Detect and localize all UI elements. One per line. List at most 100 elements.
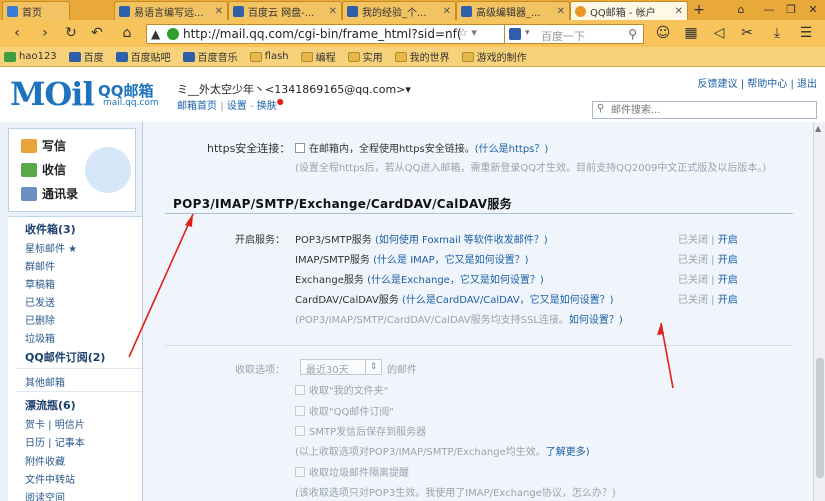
browser-tab[interactable]: 我的经验_个... ✕ <box>342 1 456 20</box>
cards-postcards-link[interactable]: 贺卡 | 明信片 <box>25 416 85 431</box>
divider <box>16 368 142 369</box>
home-icon[interactable]: ⌂ <box>118 24 136 42</box>
ssl-howto-link[interactable]: 如何设置？) <box>569 315 623 326</box>
browser-tab-active[interactable]: QQ邮箱 - 帐户 ✕ <box>570 1 688 20</box>
chevron-down-icon[interactable]: ▾ <box>525 28 530 38</box>
tab-close-icon[interactable]: ✕ <box>215 6 223 17</box>
other-mailbox-link[interactable]: 其他邮箱 <box>25 374 65 389</box>
reading-space-link[interactable]: 阅读空间 <box>25 489 65 501</box>
apps-icon[interactable]: ▦ <box>682 24 700 42</box>
scroll-up-icon[interactable]: ▲ <box>815 124 821 133</box>
url-text[interactable]: http://mail.qq.com/cgi-bin/frame_html?si… <box>183 27 462 41</box>
smtp-save-checkbox[interactable] <box>295 426 305 436</box>
folder-starred[interactable]: 星标邮件 ★ <box>25 240 77 255</box>
receive-range-select[interactable]: 最近30天 ⇕ <box>300 359 382 376</box>
https-checkbox[interactable] <box>295 143 305 153</box>
folder-sent[interactable]: 已发送 <box>25 294 55 309</box>
bookmark-game-making[interactable]: 游戏的制作 <box>461 49 527 64</box>
undo-icon[interactable]: ↶ <box>88 24 106 42</box>
smiley-icon[interactable]: ☺ <box>654 24 672 42</box>
bookmark-programming[interactable]: 编程 <box>300 49 336 64</box>
enable-carddav-link[interactable]: 开启 <box>718 295 738 306</box>
spam-notice-checkbox[interactable] <box>295 467 305 477</box>
tab-close-icon[interactable]: ✕ <box>329 6 337 17</box>
folder-drafts[interactable]: 草稿箱 <box>25 276 55 291</box>
inbox-download-icon <box>21 162 37 177</box>
minimize-icon[interactable]: — <box>760 2 778 18</box>
change-skin-link[interactable]: 换肤 <box>257 101 277 112</box>
receive-button[interactable]: 收信 <box>21 161 66 178</box>
star-icon[interactable]: ☆ ▾ <box>458 26 477 39</box>
search-engine-placeholder[interactable]: 百度一下 <box>541 28 585 44</box>
top-right-links[interactable]: 反馈建议 | 帮助中心 | 退出 <box>698 75 817 90</box>
vertical-scrollbar[interactable]: ▲ <box>813 122 825 501</box>
browser-tab[interactable]: 易语言编写远... ✕ <box>114 1 228 20</box>
page-favicon-icon <box>7 5 18 17</box>
service-help-link[interactable]: (什么是CardDAV/CalDAV，它又是如何设置？) <box>402 295 614 306</box>
tab-title: 高级编辑器_... <box>476 7 541 19</box>
search-icon[interactable]: ⚲ <box>628 27 637 41</box>
service-help-link[interactable]: (如何使用 Foxmail 等软件收发邮件？) <box>375 235 548 246</box>
speaker-icon[interactable]: ◁ <box>710 24 728 42</box>
browser-tab[interactable]: 首页 <box>2 1 70 20</box>
bookmark-tieba[interactable]: 百度贴吧 <box>115 49 171 64</box>
skin-icon[interactable]: ⌂ <box>732 2 750 18</box>
reload-icon[interactable]: ↻ <box>62 24 80 42</box>
mail-search-input[interactable] <box>611 103 811 117</box>
mailbox-home-link[interactable]: 邮箱首页 <box>177 101 217 112</box>
attachment-favorites-link[interactable]: 附件收藏 <box>25 453 65 468</box>
download-icon[interactable]: ⤓ <box>768 24 786 42</box>
subscriptions-checkbox[interactable] <box>295 406 305 416</box>
scrollbar-thumb[interactable] <box>816 358 824 478</box>
folder-inbox[interactable]: 收件箱(3) <box>25 221 76 237</box>
scissors-icon[interactable]: ✂ <box>738 24 756 42</box>
what-is-https-link[interactable]: (什么是https？) <box>475 144 549 155</box>
tab-close-icon[interactable]: ✕ <box>443 6 451 17</box>
status-text: 已关闭 <box>678 295 708 306</box>
bookmark-minecraft[interactable]: 我的世界 <box>394 49 450 64</box>
my-folders-checkbox[interactable] <box>295 385 305 395</box>
new-tab-button[interactable]: + <box>691 2 707 18</box>
bookmark-utility[interactable]: 实用 <box>347 49 383 64</box>
folder-group-mail[interactable]: 群邮件 <box>25 258 55 273</box>
drift-bottle-link[interactable]: 漂流瓶(6) <box>25 397 76 413</box>
compose-button[interactable]: 写信 <box>21 137 66 154</box>
restore-icon[interactable]: ❐ <box>782 2 800 18</box>
folder-spam[interactable]: 垃圾箱 <box>25 330 55 345</box>
contacts-button[interactable]: 通讯录 <box>21 185 78 202</box>
bookmark-music[interactable]: 百度音乐 <box>182 49 238 64</box>
bookmark-hao123[interactable]: hao123 <box>4 51 57 62</box>
account-name[interactable]: ミ__外太空少年丶<1341869165@qq.com>▾ <box>177 81 411 97</box>
enable-pop3-link[interactable]: 开启 <box>718 235 738 246</box>
site-icon: ▲ <box>151 27 161 41</box>
file-transfer-link[interactable]: 文件中转站 <box>25 471 75 486</box>
forward-arrow-icon[interactable]: › <box>36 24 54 42</box>
tab-close-icon[interactable]: ✕ <box>557 6 565 17</box>
learn-more-link[interactable]: 了解更多) <box>546 447 590 458</box>
bookmark-baidu[interactable]: 百度 <box>68 49 104 64</box>
new-dot-icon: ● <box>276 97 284 106</box>
settings-link[interactable]: 设置 <box>227 101 247 112</box>
folder-subscriptions[interactable]: QQ邮件订阅(2) <box>25 349 105 365</box>
qq-mail-logo[interactable]: MOil QQ邮箱 mail.qq.com <box>10 78 159 110</box>
service-help-link[interactable]: (什么是Exchange，它又是如何设置？) <box>367 275 544 286</box>
folder-deleted[interactable]: 已删除 <box>25 312 55 327</box>
service-help-link[interactable]: (什么是 IMAP，它又是如何设置？) <box>373 255 528 266</box>
qq-penguin-icon <box>85 147 131 193</box>
search-engine-box[interactable]: ▾ 百度一下 ⚲ <box>504 24 644 44</box>
browser-tab[interactable]: 百度云 网盘-... ✕ <box>228 1 342 20</box>
service-row-pop3: POP3/SMTP服务 (如何使用 Foxmail 等软件收发邮件？) <box>295 231 548 246</box>
enable-imap-link[interactable]: 开启 <box>718 255 738 266</box>
enable-exchange-link[interactable]: 开启 <box>718 275 738 286</box>
status-text: 已关闭 <box>678 255 708 266</box>
tab-close-icon[interactable]: ✕ <box>675 6 683 17</box>
receive-label: 收信 <box>42 163 67 177</box>
service-name: Exchange服务 <box>295 275 364 286</box>
menu-icon[interactable]: ☰ <box>797 24 815 42</box>
close-window-icon[interactable]: ✕ <box>804 2 822 18</box>
back-arrow-icon[interactable]: ‹ <box>8 24 26 42</box>
calendar-notes-link[interactable]: 日历 | 记事本 <box>25 434 85 449</box>
mail-search-box[interactable]: ⚲ <box>592 101 817 119</box>
browser-tab[interactable]: 高级编辑器_... ✕ <box>456 1 570 20</box>
bookmark-flash[interactable]: flash <box>249 51 289 62</box>
